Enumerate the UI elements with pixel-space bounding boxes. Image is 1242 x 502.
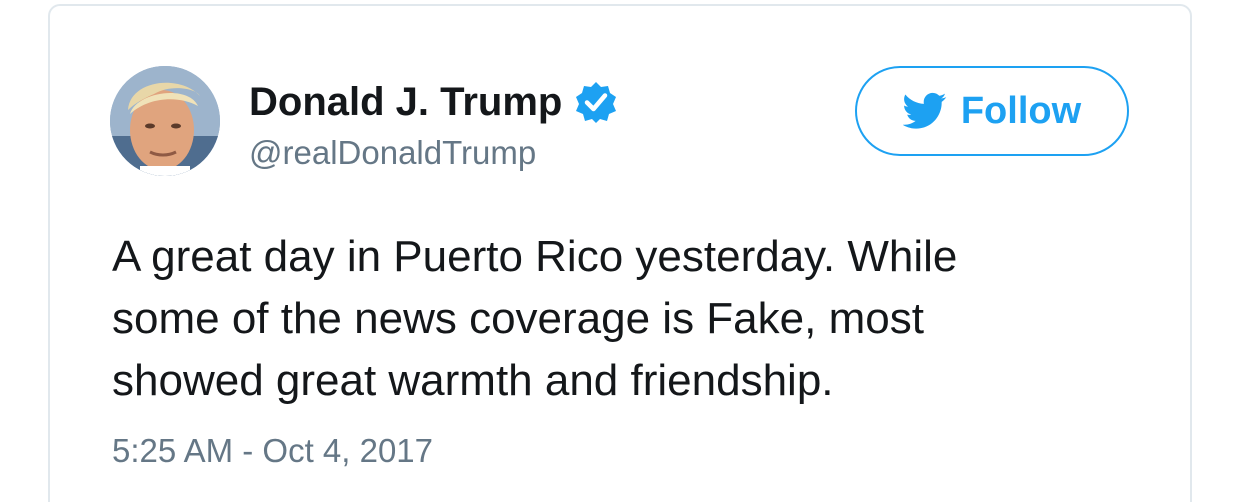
tweet-text-line: A great day in Puerto Rico yesterday. Wh…	[112, 232, 958, 281]
tweet-text-line: showed great warmth and friendship.	[112, 356, 834, 405]
author-name-row: Donald J. Trump	[249, 78, 618, 126]
author-handle[interactable]: @realDonaldTrump	[249, 134, 536, 172]
follow-label: Follow	[960, 89, 1082, 132]
page: Donald J. Trump @realDonaldTrump Follow …	[0, 0, 1242, 502]
author-name[interactable]: Donald J. Trump	[249, 80, 562, 125]
follow-button[interactable]: Follow	[855, 66, 1129, 156]
avatar[interactable]	[110, 66, 220, 176]
avatar-image	[110, 66, 220, 176]
verified-badge-icon	[574, 80, 618, 124]
twitter-bird-icon	[902, 92, 947, 130]
tweet-timestamp[interactable]: 5:25 AM - Oct 4, 2017	[112, 432, 433, 470]
tweet-text: A great day in Puerto Rico yesterday. Wh…	[112, 226, 1092, 412]
tweet-text-line: some of the news coverage is Fake, most	[112, 294, 924, 343]
